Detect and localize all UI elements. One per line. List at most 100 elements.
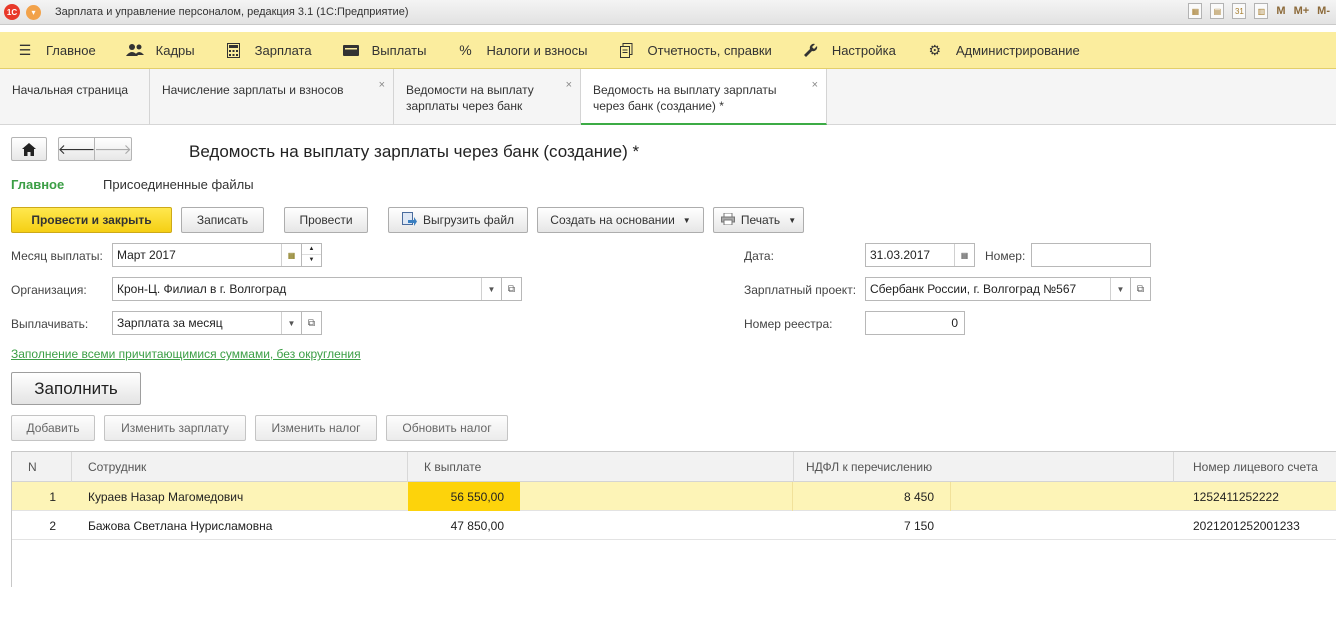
tab-bank-statements-list[interactable]: Ведомости на выплату зарплаты через банк…: [394, 69, 581, 125]
number-field[interactable]: [1031, 243, 1151, 267]
documents-icon: [618, 42, 636, 58]
open-window-icon: ⧉: [507, 283, 516, 295]
table-header: N Сотрудник К выплате НДФЛ к перечислени…: [12, 452, 1336, 482]
table-row[interactable]: 1 Кураев Назар Магомедович 56 550,00 8 4…: [12, 482, 1336, 511]
tab-bank-statement-create[interactable]: Ведомость на выплату зарплаты через банк…: [581, 69, 827, 125]
calendar-icon[interactable]: ▦: [954, 244, 974, 266]
section-reports[interactable]: Отчетность, справки: [618, 42, 772, 58]
form-tab-main[interactable]: Главное: [11, 177, 64, 192]
hamburger-icon: ☰: [18, 41, 32, 58]
salary-project-label: Зарплатный проект:: [744, 283, 857, 297]
page-title: Ведомость на выплату зарплаты через банк…: [189, 142, 640, 161]
titlebar-tools: ▦ ▤ 31 ▥ M M+ M-: [1188, 3, 1330, 19]
table-icon[interactable]: ▦: [1188, 3, 1203, 19]
upload-file-button[interactable]: Выгрузить файл: [388, 207, 528, 233]
section-settings[interactable]: Настройка: [802, 42, 896, 58]
back-button[interactable]: 🡐: [58, 137, 95, 161]
selected-cell[interactable]: 56 550,00: [408, 482, 520, 511]
stepper-up-icon[interactable]: ▲: [302, 244, 321, 255]
home-icon: [22, 142, 36, 156]
month-stepper[interactable]: ▲ ▼: [301, 243, 322, 267]
pay-type-field[interactable]: Зарплата за месяц ▼: [112, 311, 302, 335]
chevron-down-icon[interactable]: ▼: [281, 312, 301, 334]
more-commands-icon[interactable]: ⋮: [1332, 414, 1336, 442]
section-administration[interactable]: ⚙ Администрирование: [926, 42, 1080, 58]
people-icon: [125, 42, 144, 58]
create-based-on-button[interactable]: Создать на основании ▼: [537, 207, 704, 233]
calculator-icon[interactable]: ▥: [1254, 3, 1269, 19]
memory-button[interactable]: M: [1276, 5, 1285, 17]
organization-label: Организация:: [11, 283, 87, 297]
caret-down-icon: ▼: [682, 215, 691, 225]
printer-icon: [720, 212, 735, 228]
salary-project-field[interactable]: Сбербанк России, г. Волгоград №567 ▼: [865, 277, 1131, 301]
salary-project-open-button[interactable]: ⧉: [1131, 277, 1151, 301]
chevron-down-icon[interactable]: ▼: [481, 278, 501, 300]
employees-table: N Сотрудник К выплате НДФЛ к перечислени…: [11, 451, 1336, 587]
post-and-close-button[interactable]: Провести и закрыть: [11, 207, 172, 233]
organization-field[interactable]: Крон-Ц. Филиал в г. Волгоград ▼: [112, 277, 502, 301]
gear-icon: ⚙: [928, 41, 942, 58]
wallet-icon: [342, 42, 360, 58]
1c-logo-icon: 1С: [4, 4, 20, 20]
registry-number-field[interactable]: 0: [865, 311, 965, 335]
caret-down-icon: ▼: [788, 215, 797, 225]
section-payments[interactable]: Выплаты: [342, 42, 426, 58]
change-tax-button[interactable]: Изменить налог: [255, 415, 377, 441]
memory-plus-button[interactable]: M+: [1294, 5, 1310, 17]
tab-home[interactable]: Начальная страница: [0, 69, 150, 125]
save-button[interactable]: Записать: [181, 207, 264, 233]
month-label: Месяц выплаты:: [11, 249, 103, 263]
section-main[interactable]: ☰ Главное: [16, 42, 96, 58]
open-windows-tabs: Начальная страница Начисление зарплаты и…: [0, 69, 1336, 125]
section-personnel[interactable]: Кадры: [125, 42, 195, 58]
arrow-left-icon: 🡐: [57, 140, 96, 157]
calculator-icon: [225, 42, 243, 58]
column-to-pay[interactable]: К выплате: [408, 452, 794, 482]
arrow-right-icon: 🡒: [94, 140, 132, 157]
pay-type-label: Выплачивать:: [11, 317, 89, 331]
percent-icon: %: [459, 42, 472, 58]
column-income-tax[interactable]: НДФЛ к перечислению: [794, 452, 1174, 482]
forward-button[interactable]: 🡒: [94, 137, 132, 161]
close-icon[interactable]: ×: [812, 77, 818, 93]
fill-button[interactable]: Заполнить: [11, 372, 141, 405]
column-account-number[interactable]: Номер лицевого счета: [1174, 452, 1336, 482]
calendar-icon[interactable]: ▦: [281, 244, 301, 266]
close-icon[interactable]: ×: [566, 77, 572, 93]
calendar-icon[interactable]: 31: [1232, 3, 1247, 19]
open-window-icon: ⧉: [1136, 283, 1145, 295]
chevron-down-icon[interactable]: ▼: [1110, 278, 1130, 300]
export-file-icon: [401, 211, 417, 229]
column-employee[interactable]: Сотрудник: [72, 452, 408, 482]
registry-number-label: Номер реестра:: [744, 317, 833, 331]
window-title: Зарплата и управление персоналом, редакц…: [55, 6, 409, 18]
form-tab-attached-files[interactable]: Присоединенные файлы: [103, 177, 254, 192]
fill-mode-link[interactable]: Заполнение всеми причитающимися суммами,…: [11, 347, 361, 361]
section-taxes[interactable]: % Налоги и взносы: [456, 42, 587, 58]
date-label: Дата:: [744, 249, 774, 263]
table-row[interactable]: 2 Бажова Светлана Нурисламовна 47 850,00…: [12, 511, 1336, 540]
number-label: Номер:: [985, 249, 1026, 263]
memory-minus-button[interactable]: M-: [1317, 5, 1330, 17]
print-button[interactable]: Печать ▼: [713, 207, 804, 233]
post-button[interactable]: Провести: [284, 207, 368, 233]
stepper-down-icon[interactable]: ▼: [302, 255, 321, 266]
home-button[interactable]: [11, 137, 47, 161]
refresh-tax-button[interactable]: Обновить налог: [386, 415, 508, 441]
save-icon[interactable]: ▤: [1210, 3, 1225, 19]
close-icon[interactable]: ×: [379, 77, 385, 93]
section-salary[interactable]: Зарплата: [225, 42, 312, 58]
tab-salary-accrual[interactable]: Начисление зарплаты и взносов ×: [150, 69, 394, 125]
organization-open-button[interactable]: ⧉: [502, 277, 522, 301]
wrench-icon: [802, 42, 820, 58]
add-row-button[interactable]: Добавить: [11, 415, 95, 441]
sections-panel: ☰ Главное Кадры Зарплата Выплаты % Налог…: [0, 32, 1336, 69]
pay-type-open-button[interactable]: ⧉: [302, 311, 322, 335]
month-field[interactable]: Март 2017 ▦: [112, 243, 302, 267]
main-menu-icon[interactable]: ▾: [26, 4, 41, 20]
date-field[interactable]: 31.03.2017 ▦: [865, 243, 975, 267]
change-salary-button[interactable]: Изменить зарплату: [104, 415, 246, 441]
column-number[interactable]: N: [12, 452, 72, 482]
open-window-icon: ⧉: [307, 317, 316, 329]
